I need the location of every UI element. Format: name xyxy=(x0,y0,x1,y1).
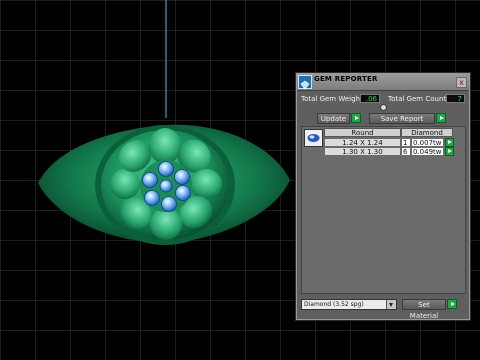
gem-reporter-panel: GEM REPORTER x Total Gem Weight .06 Tota… xyxy=(296,73,470,320)
update-go-icon[interactable] xyxy=(351,113,361,123)
row-size: 1.24 X 1.24 xyxy=(324,138,401,147)
gem-reporter-app-icon xyxy=(298,75,312,90)
close-icon[interactable]: x xyxy=(456,77,467,88)
gem-stone xyxy=(144,190,160,206)
total-gem-count-label: Total Gem Count xyxy=(388,95,447,103)
set-material-go-icon[interactable] xyxy=(447,299,457,309)
row-weight: 0.007tw xyxy=(411,138,444,147)
row-quantity: 6 xyxy=(401,147,411,156)
save-report-go-icon[interactable] xyxy=(436,113,446,123)
gem-list[interactable]: Round Diamond 1.24 X 1.24 1 0.007tw 1.30… xyxy=(301,126,466,294)
row-weight: 0.049tw xyxy=(411,147,444,156)
gem-stone xyxy=(159,179,173,193)
row-select-icon[interactable] xyxy=(445,138,454,147)
total-gem-count-value: 7 xyxy=(446,94,465,103)
gem-stone xyxy=(158,161,174,177)
row-select-icon[interactable] xyxy=(445,147,454,156)
panel-titlebar[interactable]: GEM REPORTER x xyxy=(297,74,469,91)
total-gem-weight-label: Total Gem Weight xyxy=(301,95,363,103)
splitter-handle[interactable] xyxy=(380,104,387,111)
chevron-down-icon[interactable] xyxy=(386,300,396,309)
gem-stone xyxy=(174,169,190,185)
gem-stone xyxy=(142,172,158,188)
row-size: 1.30 X 1.30 xyxy=(324,147,401,156)
panel-title: GEM REPORTER xyxy=(314,75,378,83)
gem-stone xyxy=(175,185,191,201)
column-header-shape: Round xyxy=(324,128,401,137)
material-select-value: Diamond (3.52 spg) xyxy=(304,301,364,308)
row-quantity: 1 xyxy=(401,138,411,147)
total-gem-weight-value: .06 xyxy=(360,94,380,103)
set-material-button[interactable]: Set Material xyxy=(402,299,446,320)
column-header-material: Diamond xyxy=(401,128,453,137)
material-select[interactable]: Diamond (3.52 spg) xyxy=(301,299,397,310)
round-gem-thumbnail-icon[interactable] xyxy=(304,129,323,147)
update-button[interactable]: Update xyxy=(317,113,350,124)
gem-stone xyxy=(161,196,177,212)
save-report-button[interactable]: Save Report xyxy=(369,113,435,124)
